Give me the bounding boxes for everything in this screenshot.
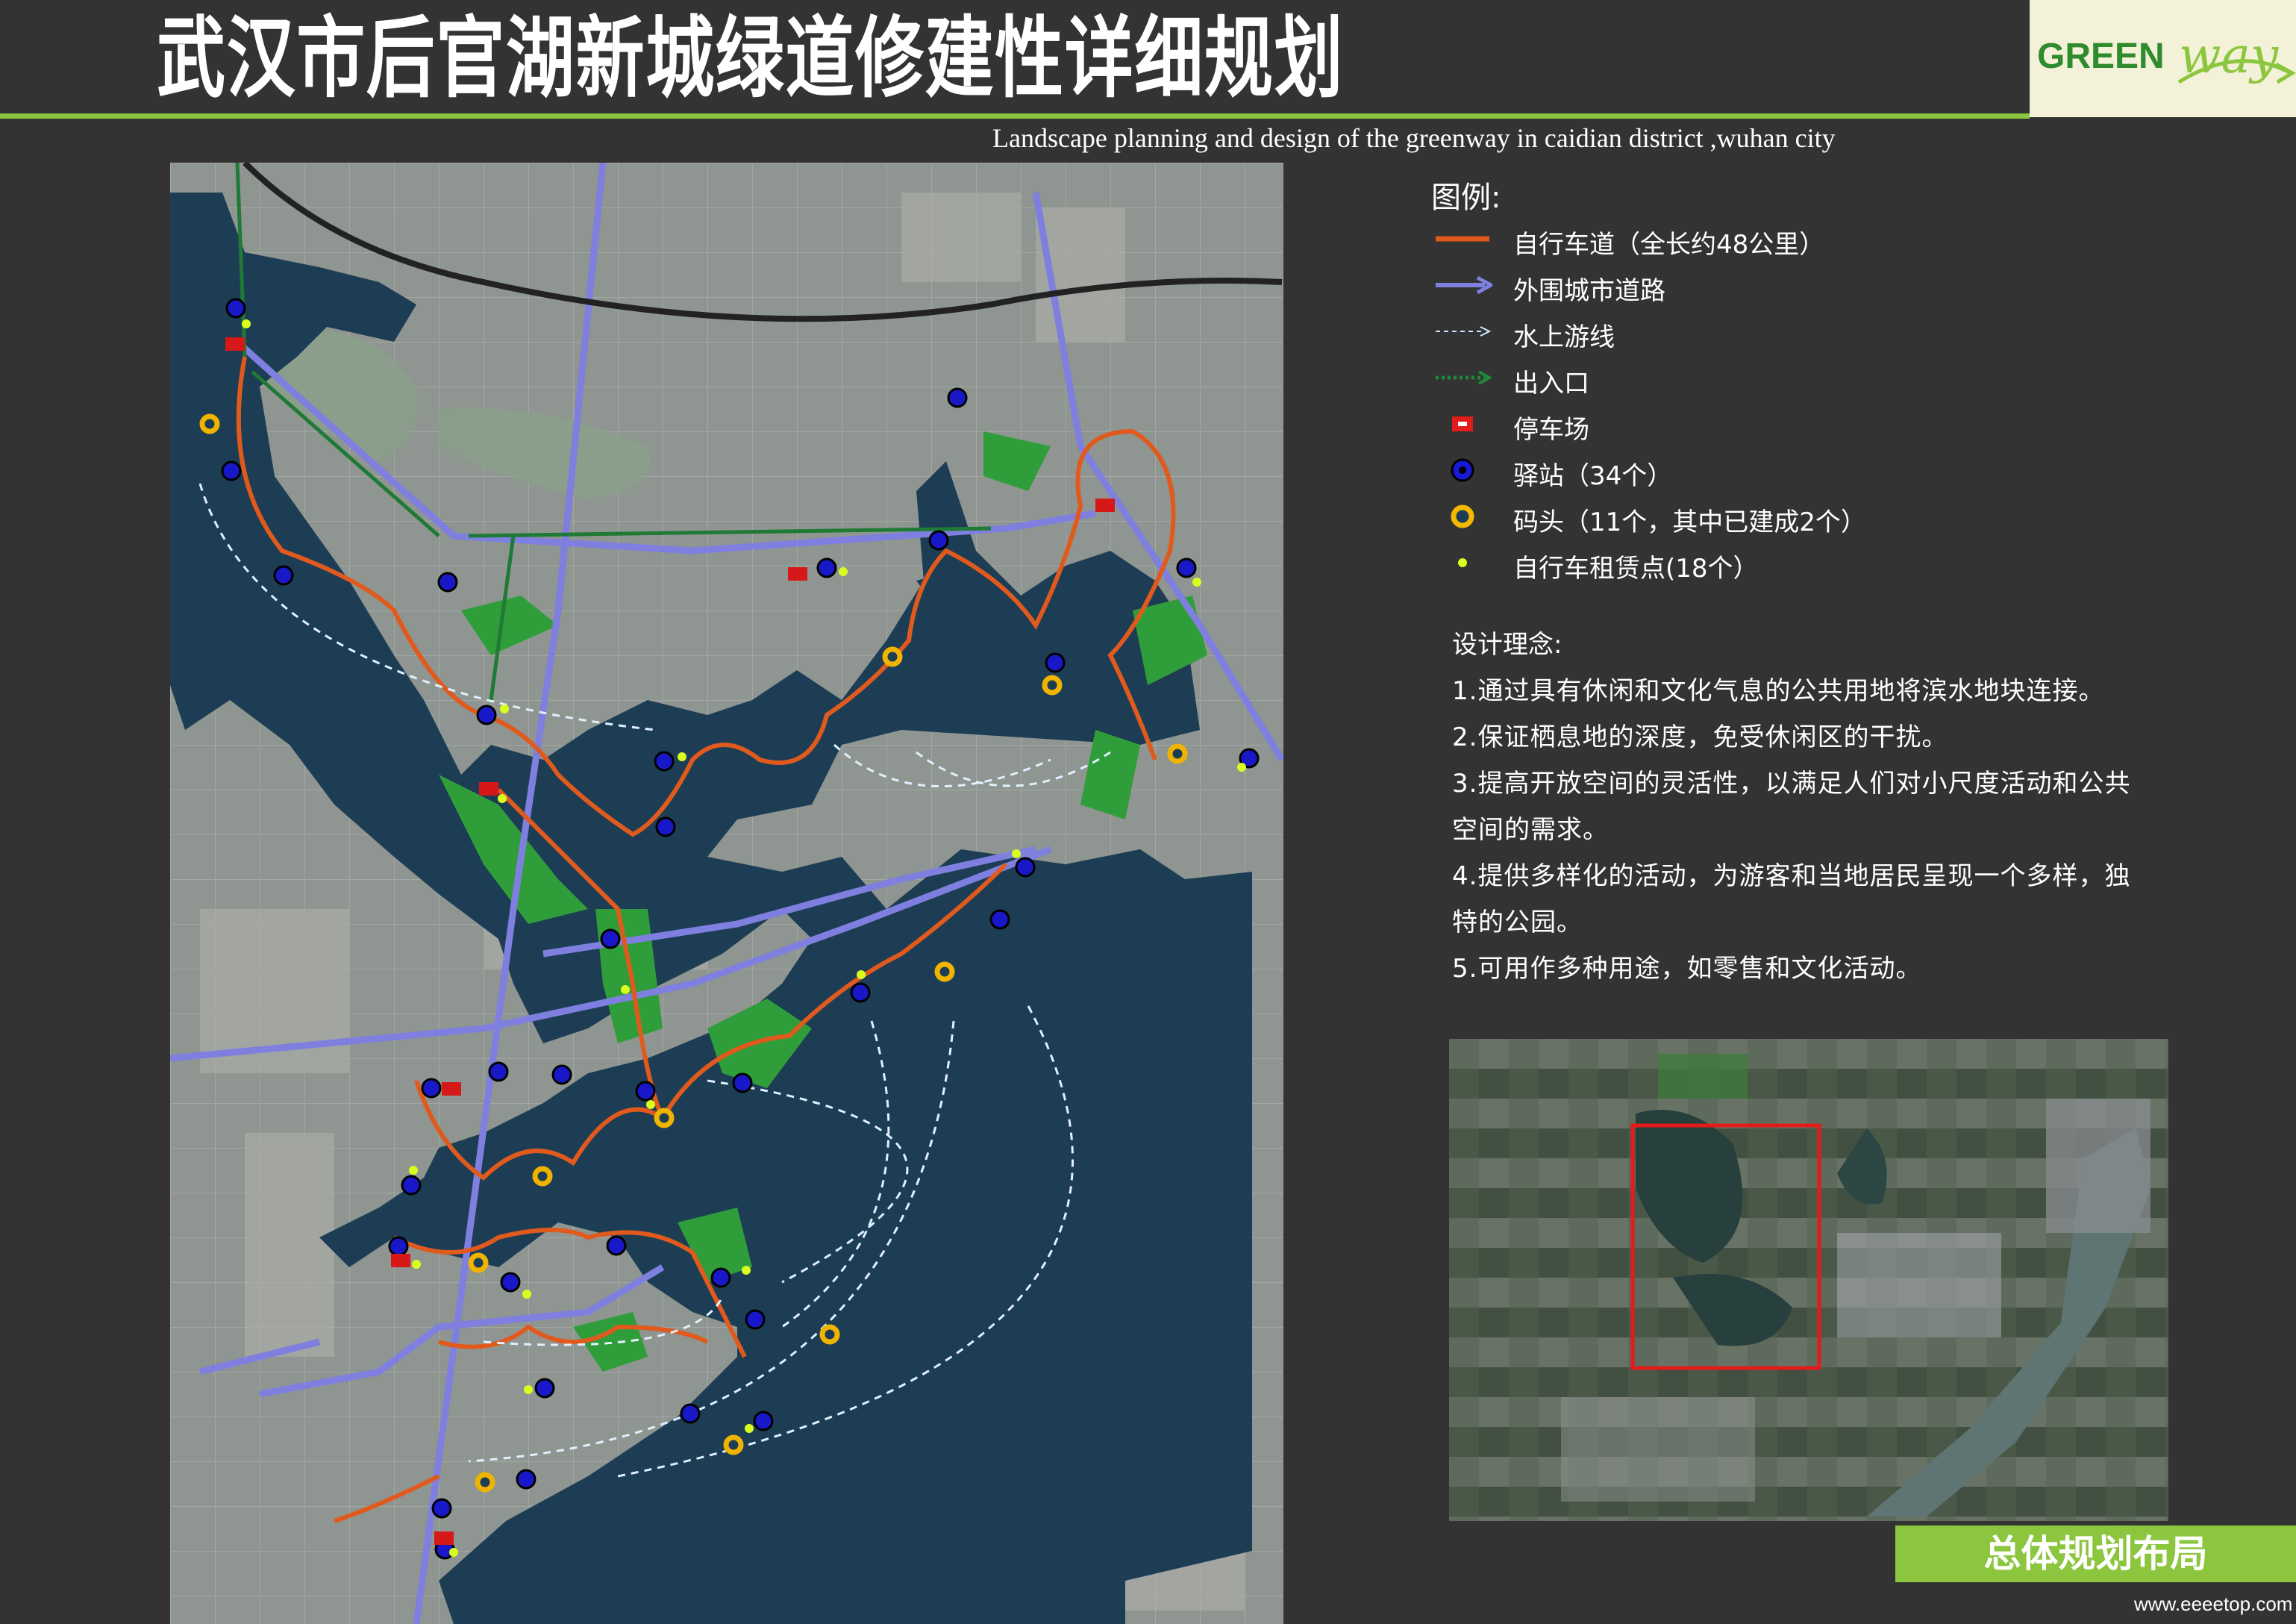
orange-line-icon <box>1436 236 1489 242</box>
legend-item-parking: 停车场 <box>1433 406 2030 445</box>
legend-heading: 图例: <box>1431 181 1501 215</box>
legend-label: 驿站（34个） <box>1513 461 1673 491</box>
page-title: 武汉市后官湖新城绿道修建性详细规划 <box>157 7 1345 110</box>
watermark: www.eeeetop.com <box>2134 1593 2293 1615</box>
pier-icon <box>1451 505 1474 528</box>
purple-arrow-icon <box>1436 275 1492 295</box>
header-divider <box>0 113 2030 119</box>
logo-arrow-icon <box>2177 59 2296 84</box>
legend-item-bike-lane: 自行车道（全长约48公里） <box>1433 221 2030 260</box>
legend-item-water-route: 水上游线 <box>1433 313 2030 352</box>
green-dotted-arrow-icon <box>1436 370 1492 385</box>
page-subtitle: Landscape planning and design of the gre… <box>992 123 1836 153</box>
legend-label: 水上游线 <box>1513 322 1615 352</box>
dashed-arrow-icon <box>1436 326 1492 337</box>
legend-label: 停车场 <box>1513 415 1589 445</box>
master-plan-map <box>170 163 1283 1624</box>
section-label-box: 总体规划布局 <box>1895 1525 2296 1582</box>
concept-line: 1.通过具有休闲和文化气息的公共用地将滨水地块连接。 <box>1452 676 2105 706</box>
greenway-logo: GREEN way <box>2030 0 2296 117</box>
legend-item-city-road: 外围城市道路 <box>1433 267 2030 306</box>
legend-item-bike-rental: 自行车租赁点(18个） <box>1433 545 2030 584</box>
location-inset-map <box>1449 1039 2168 1521</box>
legend-item-pier: 码头（11个，其中已建成2个） <box>1433 499 2030 537</box>
legend-label: 自行车租赁点(18个） <box>1513 554 1759 584</box>
station-icon <box>1451 458 1474 482</box>
concept-line: 空间的需求。 <box>1452 815 1609 845</box>
concept-line: 3.提高开放空间的灵活性，以满足人们对小尺度活动和公共 <box>1452 769 2131 799</box>
parking-icon <box>1452 416 1473 431</box>
concept-line: 特的公园。 <box>1452 908 1583 937</box>
concept-line: 5.可用作多种用途，如零售和文化活动。 <box>1452 954 1922 984</box>
legend-label: 自行车道（全长约48公里） <box>1513 230 1825 260</box>
legend-label: 出入口 <box>1513 369 1589 399</box>
legend-label: 码头（11个，其中已建成2个） <box>1513 508 1866 537</box>
concept-line: 2.保证栖息地的深度，免受休闲区的干扰。 <box>1452 722 1948 752</box>
bike-rental-dot-icon <box>1458 558 1467 567</box>
section-label: 总体规划布局 <box>1983 1532 2208 1575</box>
legend-label: 外围城市道路 <box>1513 276 1665 306</box>
legend-item-entrance: 出入口 <box>1433 360 2030 399</box>
legend-item-station: 驿站（34个） <box>1433 452 2030 491</box>
concept-heading: 设计理念: <box>1452 630 1563 660</box>
concept-line: 4.提供多样化的活动，为游客和当地居民呈现一个多样，独 <box>1452 861 2131 891</box>
